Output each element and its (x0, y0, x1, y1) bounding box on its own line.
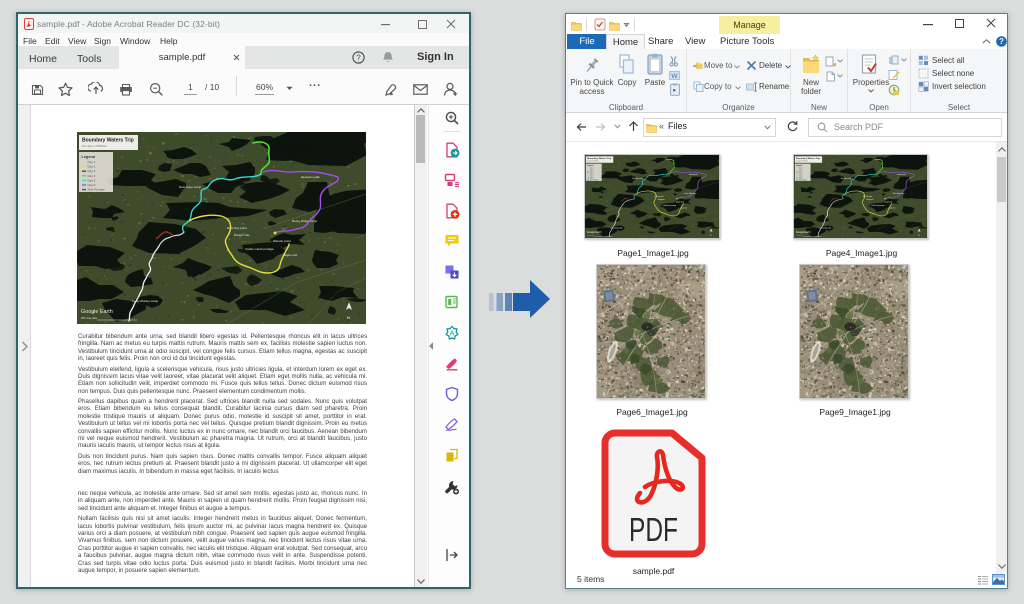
svg-text:?: ? (999, 37, 1004, 46)
svg-text:?: ? (356, 53, 361, 62)
svg-text:PDF: PDF (629, 511, 678, 548)
svg-text:A: A (450, 331, 455, 338)
svg-text:W: W (671, 73, 678, 80)
